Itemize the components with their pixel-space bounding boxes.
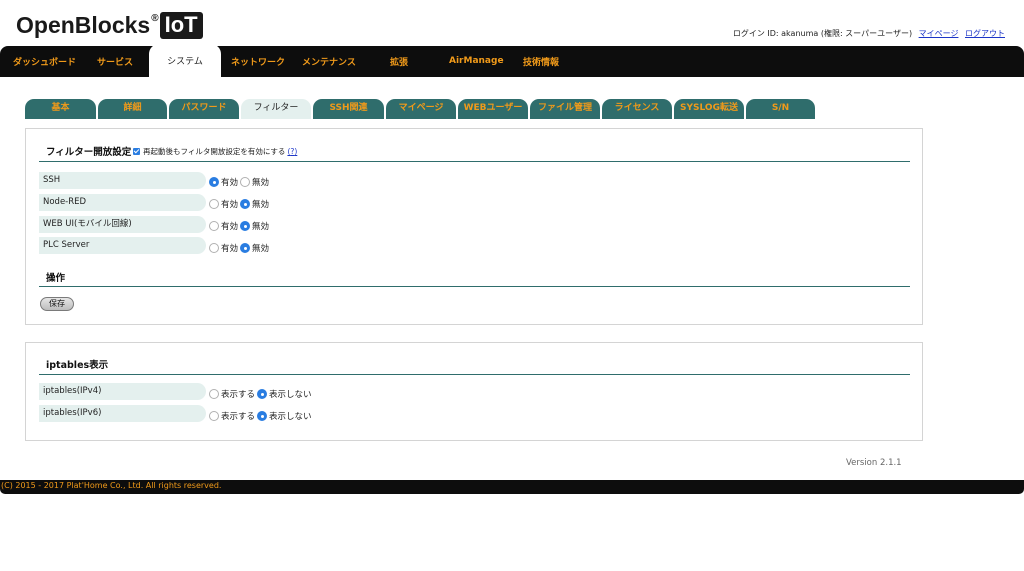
row-label-ssh: SSH — [39, 172, 206, 189]
tab-password[interactable]: パスワード — [169, 99, 239, 119]
main-nav: ダッシュボード サービス システム ネットワーク メンテナンス 拡張 AirMa… — [0, 44, 1024, 77]
nav-tech-info[interactable]: 技術情報 — [523, 46, 559, 77]
tab-mypage[interactable]: マイページ — [386, 99, 456, 119]
tab-web-user[interactable]: WEBユーザー — [458, 99, 528, 119]
show-label: 表示する — [221, 390, 256, 400]
disable-label: 無効 — [252, 178, 270, 188]
ssh-disable-radio[interactable] — [240, 177, 251, 187]
nav-maintenance[interactable]: メンテナンス — [302, 46, 356, 77]
logo-badge: IoT — [159, 12, 203, 39]
node-red-enable-radio[interactable] — [209, 199, 219, 209]
web-ui-enable-radio[interactable] — [209, 221, 219, 231]
disable-label: 無効 — [252, 222, 270, 232]
logo-registered-mark: ® — [151, 13, 159, 24]
help-link[interactable]: (?) — [287, 147, 297, 156]
ipv4-radio-group: 表示する 表示しない — [209, 388, 314, 400]
mypage-link[interactable]: マイページ — [919, 29, 959, 38]
nav-airmanage[interactable]: AirManage — [449, 46, 504, 77]
divider — [39, 161, 910, 162]
persist-setting: 再起動後もフィルタ開放設定を有効にする (?) — [133, 146, 297, 157]
row-label-web-ui: WEB UI(モバイル回線) — [39, 216, 206, 233]
ssh-radio-group: 有効 無効 — [209, 176, 271, 188]
login-info: ログイン ID: akanuma (権限: スーパーユーザー) — [732, 29, 913, 38]
tab-filter[interactable]: フィルター — [241, 99, 311, 119]
logo: OpenBlocks ® IoT — [16, 11, 203, 39]
nav-network[interactable]: ネットワーク — [231, 46, 285, 77]
nav-system[interactable]: システム — [149, 44, 221, 77]
tab-serial-number[interactable]: S/N — [746, 99, 815, 119]
persist-checkbox[interactable] — [133, 148, 140, 155]
divider — [39, 374, 910, 375]
hide-label: 表示しない — [269, 390, 312, 400]
web-ui-radio-group: 有効 無効 — [209, 220, 271, 232]
tab-ssh[interactable]: SSH関連 — [313, 99, 384, 119]
footer: (C) 2015 - 2017 Plat'Home Co., Ltd. All … — [0, 480, 1024, 494]
node-red-disable-radio[interactable] — [240, 199, 251, 209]
ssh-enable-radio[interactable] — [209, 177, 219, 187]
ipv6-radio-group: 表示する 表示しない — [209, 410, 314, 422]
enable-label: 有効 — [221, 222, 239, 232]
plc-server-enable-radio[interactable] — [209, 243, 219, 253]
show-label: 表示する — [221, 412, 256, 422]
ipv4-hide-radio[interactable] — [257, 389, 268, 399]
filter-section-title: フィルター開放設定 — [46, 147, 132, 158]
iptables-panel: iptables表示 iptables(IPv4) 表示する 表示しない ipt… — [25, 342, 923, 441]
logout-link[interactable]: ログアウト — [965, 29, 1005, 38]
divider — [39, 286, 910, 287]
tab-file-management[interactable]: ファイル管理 — [530, 99, 600, 119]
plc-server-radio-group: 有効 無効 — [209, 242, 271, 254]
enable-label: 有効 — [221, 244, 239, 254]
user-bar: ログイン ID: akanuma (権限: スーパーユーザー) マイページ ログ… — [733, 28, 1005, 39]
row-label-iptables-ipv6: iptables(IPv6) — [39, 405, 206, 422]
row-label-iptables-ipv4: iptables(IPv4) — [39, 383, 206, 400]
disable-label: 無効 — [252, 244, 270, 254]
nav-extension[interactable]: 拡張 — [390, 46, 408, 77]
enable-label: 有効 — [221, 200, 239, 210]
filter-panel: フィルター開放設定 再起動後もフィルタ開放設定を有効にする (?) SSH 有効… — [25, 128, 923, 325]
node-red-radio-group: 有効 無効 — [209, 198, 271, 210]
hide-label: 表示しない — [269, 412, 312, 422]
tab-basic[interactable]: 基本 — [25, 99, 96, 119]
ipv4-show-radio[interactable] — [209, 389, 219, 399]
web-ui-disable-radio[interactable] — [240, 221, 251, 231]
save-button[interactable]: 保存 — [40, 297, 74, 311]
nav-dashboard[interactable]: ダッシュボード — [13, 46, 76, 77]
persist-checkbox-label: 再起動後もフィルタ開放設定を有効にする — [143, 147, 286, 156]
tab-detail[interactable]: 詳細 — [98, 99, 167, 119]
enable-label: 有効 — [221, 178, 239, 188]
iptables-section-title: iptables表示 — [46, 360, 109, 371]
operation-section-title: 操作 — [46, 273, 66, 284]
row-label-plc-server: PLC Server — [39, 237, 206, 254]
row-label-node-red: Node-RED — [39, 194, 206, 211]
plc-server-disable-radio[interactable] — [240, 243, 251, 253]
disable-label: 無効 — [252, 200, 270, 210]
version-text: Version 2.1.1 — [846, 458, 902, 468]
ipv6-hide-radio[interactable] — [257, 411, 268, 421]
ipv6-show-radio[interactable] — [209, 411, 219, 421]
nav-services[interactable]: サービス — [97, 46, 133, 77]
tab-syslog[interactable]: SYSLOG転送 — [674, 99, 744, 119]
logo-text: OpenBlocks — [16, 12, 151, 38]
tab-license[interactable]: ライセンス — [602, 99, 672, 119]
